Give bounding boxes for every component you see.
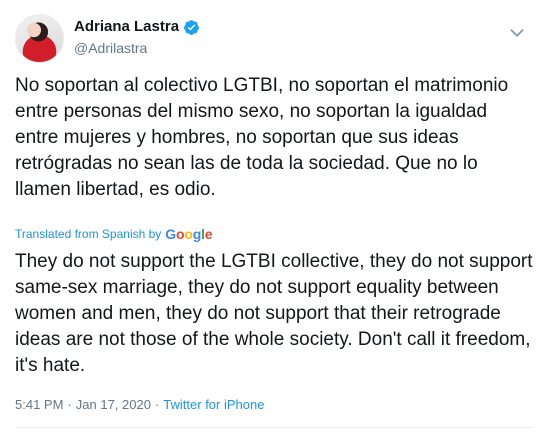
name-row: Adriana Lastra bbox=[74, 18, 200, 36]
tweet-meta: 5:41 PM · Jan 17, 2020 · Twitter for iPh… bbox=[15, 397, 264, 412]
meta-separator-2: · bbox=[154, 397, 160, 412]
tweet-time[interactable]: 5:41 PM bbox=[15, 397, 63, 412]
divider bbox=[15, 427, 532, 428]
user-handle[interactable]: @Adrilastra bbox=[74, 38, 200, 58]
google-logo: Google bbox=[165, 226, 213, 242]
translated-label[interactable]: Translated from Spanish by bbox=[15, 227, 161, 241]
translation-attribution: Translated from Spanish by Google bbox=[15, 226, 213, 242]
tweet-date[interactable]: Jan 17, 2020 bbox=[76, 397, 151, 412]
verified-badge-icon bbox=[184, 19, 199, 35]
chevron-down-icon[interactable] bbox=[506, 22, 528, 44]
tweet-translated-text: They do not support the LGTBI collective… bbox=[15, 251, 533, 376]
tweet-original-text: No soportan al colectivo LGTBI, no sopor… bbox=[15, 75, 509, 200]
tweet-card: Adriana Lastra @Adrilastra No soportan a… bbox=[0, 0, 547, 437]
tweet-source[interactable]: Twitter for iPhone bbox=[163, 397, 264, 412]
avatar[interactable] bbox=[15, 14, 64, 63]
meta-separator: · bbox=[67, 397, 72, 412]
user-info[interactable]: Adriana Lastra @Adrilastra bbox=[74, 18, 200, 58]
display-name[interactable]: Adriana Lastra bbox=[74, 18, 179, 36]
